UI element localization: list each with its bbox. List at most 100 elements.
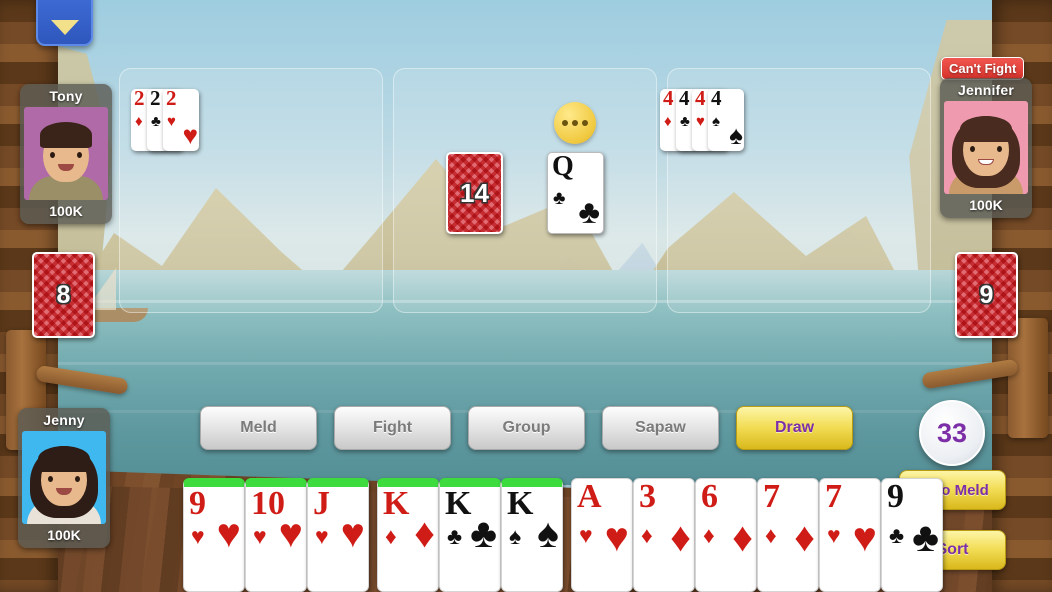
avatar [944, 101, 1028, 194]
card-suit-small: ♣ [680, 113, 690, 130]
card-rank: 9 [887, 478, 904, 515]
player-tony[interactable]: Tony 100K [20, 84, 112, 224]
card-suit-small: ♣ [553, 188, 566, 209]
sapaw-button[interactable]: Sapaw [602, 406, 719, 450]
meld-group-fours[interactable]: 4♦♦4♣♣4♥♥4♠♠ [660, 89, 744, 151]
hand-card[interactable]: K ♠ ♠ [501, 478, 563, 592]
status-badge-cant-fight: Can't Fight [941, 57, 1025, 80]
card-rank: 7 [825, 478, 842, 515]
hand-card[interactable]: A ♥ ♥ [571, 478, 633, 592]
card-rank: 4 [711, 89, 722, 110]
meld-area [119, 68, 931, 313]
hand-card-slot[interactable]: J ♥ ♥ [307, 478, 369, 592]
meld-panel-2[interactable] [393, 68, 657, 313]
hand-card[interactable]: 7 ♦ ♦ [757, 478, 819, 592]
card-suit-small: ♥ [167, 113, 176, 130]
hand-card-slot[interactable]: 9 ♣ ♣ [881, 478, 943, 592]
group-button[interactable]: Group [468, 406, 585, 450]
meld-card[interactable]: 2 ♥ ♥ [163, 89, 199, 151]
player-name: Jenny [43, 412, 85, 428]
player-name: Tony [49, 88, 83, 104]
card-rank: K [383, 485, 410, 522]
draw-pile-count: 14 [460, 177, 489, 208]
card-rank: 4 [695, 89, 706, 110]
draw-button[interactable]: Draw [736, 406, 853, 450]
player-jenny[interactable]: Jenny 100K [18, 408, 110, 548]
card-rank: 3 [639, 478, 656, 515]
player-name: Jennifer [957, 82, 1015, 98]
card-suit-large: ♣ [470, 510, 497, 556]
action-button-bar: Meld Fight Group Sapaw Draw [200, 406, 853, 450]
meld-button[interactable]: Meld [200, 406, 317, 450]
card-suit-small: ♥ [315, 523, 329, 549]
card-suit-small: ♦ [385, 523, 397, 549]
card-rank: 2 [166, 89, 177, 110]
hand-card-slot[interactable]: K ♦ ♦ [377, 478, 439, 592]
score-badge: 33 [919, 400, 985, 466]
hand-card-slot[interactable]: 9 ♥ ♥ [183, 478, 245, 592]
hand-card[interactable]: K ♣ ♣ [439, 478, 501, 592]
card-rank: K [507, 485, 534, 522]
right-player-card-pile[interactable]: 9 [955, 252, 1018, 338]
menu-dropdown-button[interactable] [36, 0, 93, 46]
hand-card-slot[interactable]: K ♠ ♠ [501, 478, 563, 592]
fight-button[interactable]: Fight [334, 406, 451, 450]
card-rank: 9 [189, 485, 206, 522]
card-suit-small: ♦ [664, 113, 672, 130]
card-suit-small: ♦ [135, 113, 143, 130]
card-suit-large: ♣ [578, 193, 600, 230]
card-suit-large: ♥ [604, 514, 629, 560]
card-suit-large: ♠ [537, 510, 559, 556]
hand-card[interactable]: 10 ♥ ♥ [245, 478, 307, 592]
card-suit-large: ♥ [278, 510, 303, 556]
card-suit-small: ♥ [579, 522, 593, 548]
card-suit-large: ♥ [852, 514, 877, 560]
hand-card[interactable]: 6 ♦ ♦ [695, 478, 757, 592]
card-rank: 2 [150, 89, 161, 110]
card-suit-small: ♠ [509, 523, 522, 549]
hand-card[interactable]: K ♦ ♦ [377, 478, 439, 592]
card-suit-small: ♥ [191, 523, 205, 549]
card-suit-small: ♥ [253, 523, 267, 549]
card-suit-large: ♥ [216, 510, 241, 556]
hand-card[interactable]: 3 ♦ ♦ [633, 478, 695, 592]
discard-pile-card[interactable]: Q ♣ ♣ [547, 152, 604, 234]
card-suit-large: ♦ [670, 514, 691, 560]
hand-card-slot[interactable]: A ♥ ♥ [571, 478, 633, 592]
hand-card[interactable]: J ♥ ♥ [307, 478, 369, 592]
card-rank: 4 [663, 89, 674, 110]
meld-card[interactable]: 4 ♠ ♠ [708, 89, 744, 151]
hand-card-slot[interactable]: 7 ♦ ♦ [757, 478, 819, 592]
player-hand: 9 ♥ ♥ 10 ♥ ♥ J ♥ ♥ K ♦ ♦ K ♣ ♣ K ♠ ♠ A ♥ ♥ 3 ♦ ♦ 6 ♦ ♦ 7 ♦ ♦ 7 ♥ ♥ 9 ♣ ♣ [183, 478, 943, 592]
player-chips: 100K [47, 527, 81, 543]
card-suit-large: ♦ [794, 514, 815, 560]
card-suit-small: ♣ [889, 522, 905, 548]
card-suit-small: ♦ [641, 522, 653, 548]
hand-card-slot[interactable]: K ♣ ♣ [439, 478, 501, 592]
ellipsis-icon [554, 102, 596, 144]
meld-group-twos[interactable]: 2♦♦2♣♣2♥♥ [131, 89, 199, 151]
avatar [24, 107, 108, 200]
card-rank: J [313, 485, 330, 522]
hand-card-slot[interactable]: 6 ♦ ♦ [695, 478, 757, 592]
card-suit-large: ♥ [182, 120, 198, 150]
hand-card-slot[interactable]: 7 ♥ ♥ [819, 478, 881, 592]
card-suit-large: ♦ [732, 514, 753, 560]
hand-card[interactable]: 7 ♥ ♥ [819, 478, 881, 592]
right-pile-count: 9 [979, 280, 994, 309]
hand-card[interactable]: 9 ♥ ♥ [183, 478, 245, 592]
card-suit-small: ♦ [703, 522, 715, 548]
player-chips: 100K [969, 197, 1003, 213]
card-rank: 6 [701, 478, 718, 515]
hand-card-slot[interactable]: 10 ♥ ♥ [245, 478, 307, 592]
card-suit-small: ♦ [765, 522, 777, 548]
draw-pile[interactable]: 14 [446, 152, 503, 234]
card-suit-small: ♥ [696, 113, 705, 130]
hand-card-slot[interactable]: 3 ♦ ♦ [633, 478, 695, 592]
left-player-card-pile[interactable]: 8 [32, 252, 95, 338]
hand-card[interactable]: 9 ♣ ♣ [881, 478, 943, 592]
card-suit-large: ♣ [912, 514, 939, 560]
card-suit-small: ♥ [827, 522, 841, 548]
player-jennifer[interactable]: Jennifer 100K [940, 78, 1032, 218]
card-suit-small: ♠ [712, 113, 720, 130]
